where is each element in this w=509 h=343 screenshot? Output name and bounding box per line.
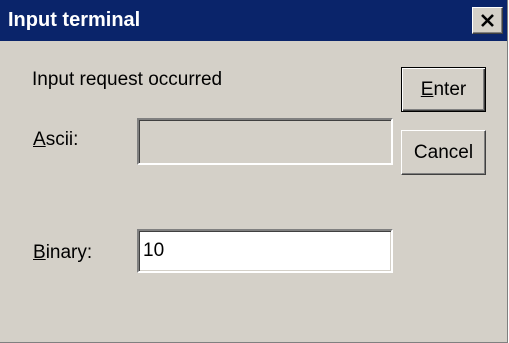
binary-label-text: inary: [45,242,93,263]
binary-field[interactable] [137,229,393,273]
ascii-label-text: scii: [45,129,79,150]
enter-button[interactable]: Enter [401,67,486,112]
title-bar[interactable]: Input terminal [0,0,507,41]
ascii-label: Ascii: [33,129,78,151]
enter-button-label: nter [433,78,467,100]
ascii-label-mnemonic: A [33,129,46,150]
window-title: Input terminal [8,9,141,31]
close-button[interactable] [472,7,503,34]
ascii-field [137,118,393,165]
close-x-icon [481,14,494,27]
binary-label-mnemonic: B [33,242,46,263]
cancel-button[interactable]: Cancel [401,130,486,175]
cancel-button-label: Cancel [413,141,474,163]
input-request-message: Input request occurred [32,69,223,90]
input-terminal-dialog: Input terminal Input request occurred As… [0,0,508,343]
enter-button-mnemonic: E [420,78,434,100]
binary-label: Binary: [33,242,92,264]
